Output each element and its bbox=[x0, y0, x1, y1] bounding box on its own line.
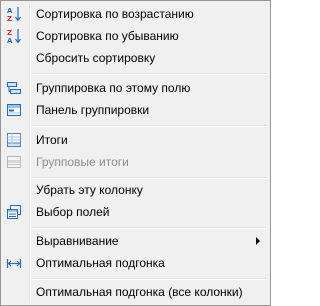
group-panel-icon bbox=[7, 104, 21, 116]
group-totals-icon bbox=[7, 156, 21, 168]
menu-item-label: Убрать эту колонку bbox=[36, 183, 143, 197]
menu-item-group-panel[interactable]: Панель группировки bbox=[3, 99, 268, 121]
totals-grid-icon bbox=[7, 133, 21, 147]
svg-text:A: A bbox=[7, 7, 13, 15]
sort-descending-icon: Z A bbox=[7, 29, 21, 44]
menu-item-sort-ascending[interactable]: A Z Сортировка по возрастанию bbox=[3, 3, 268, 25]
field-chooser-icon bbox=[7, 205, 21, 219]
menu-item-totals[interactable]: Итоги bbox=[3, 129, 268, 151]
svg-text:Z: Z bbox=[7, 29, 12, 37]
group-by-field-icon bbox=[7, 82, 21, 94]
menu-item-group-totals[interactable]: Групповые итоги bbox=[3, 151, 268, 173]
menu-separator bbox=[32, 227, 266, 229]
menu-item-label: Групповые итоги bbox=[36, 155, 129, 169]
menu-item-remove-column[interactable]: Убрать эту колонку bbox=[3, 179, 268, 201]
menu-item-label: Выравнивание bbox=[36, 234, 119, 248]
sort-ascending-icon: A Z bbox=[7, 7, 21, 22]
menu-separator bbox=[32, 73, 266, 75]
menu-item-group-by-field[interactable]: Группировка по этому полю bbox=[3, 77, 268, 99]
svg-text:A: A bbox=[7, 37, 13, 44]
menu-item-label: Оптимальная подгонка bbox=[36, 256, 165, 270]
best-fit-icon bbox=[6, 259, 22, 268]
menu-item-label: Сортировка по возрастанию bbox=[36, 7, 194, 21]
menu-item-label: Оптимальная подгонка (все колонки) bbox=[36, 285, 243, 299]
menu-item-best-fit[interactable]: Оптимальная подгонка bbox=[3, 252, 268, 274]
menu-item-label: Сбросить сортировку bbox=[36, 51, 156, 65]
menu-item-label: Выбор полей bbox=[36, 205, 110, 219]
menu-item-alignment[interactable]: Выравнивание bbox=[3, 230, 268, 252]
menu-item-reset-sort[interactable]: Сбросить сортировку bbox=[3, 47, 268, 69]
menu-item-label: Сортировка по убыванию bbox=[36, 29, 179, 43]
context-menu: A Z Сортировка по возрастанию Z A Сортир… bbox=[0, 0, 271, 306]
submenu-arrow-icon bbox=[256, 237, 260, 245]
menu-separator bbox=[32, 278, 266, 280]
menu-item-label: Итоги bbox=[36, 133, 68, 147]
menu-item-best-fit-all-columns[interactable]: Оптимальная подгонка (все колонки) bbox=[3, 281, 268, 303]
menu-item-label: Группировка по этому полю bbox=[36, 81, 191, 95]
menu-item-label: Панель группировки bbox=[36, 103, 150, 117]
menu-item-sort-descending[interactable]: Z A Сортировка по убыванию bbox=[3, 25, 268, 47]
svg-text:Z: Z bbox=[7, 15, 12, 22]
menu-item-field-chooser[interactable]: Выбор полей bbox=[3, 201, 268, 223]
menu-separator bbox=[32, 125, 266, 127]
